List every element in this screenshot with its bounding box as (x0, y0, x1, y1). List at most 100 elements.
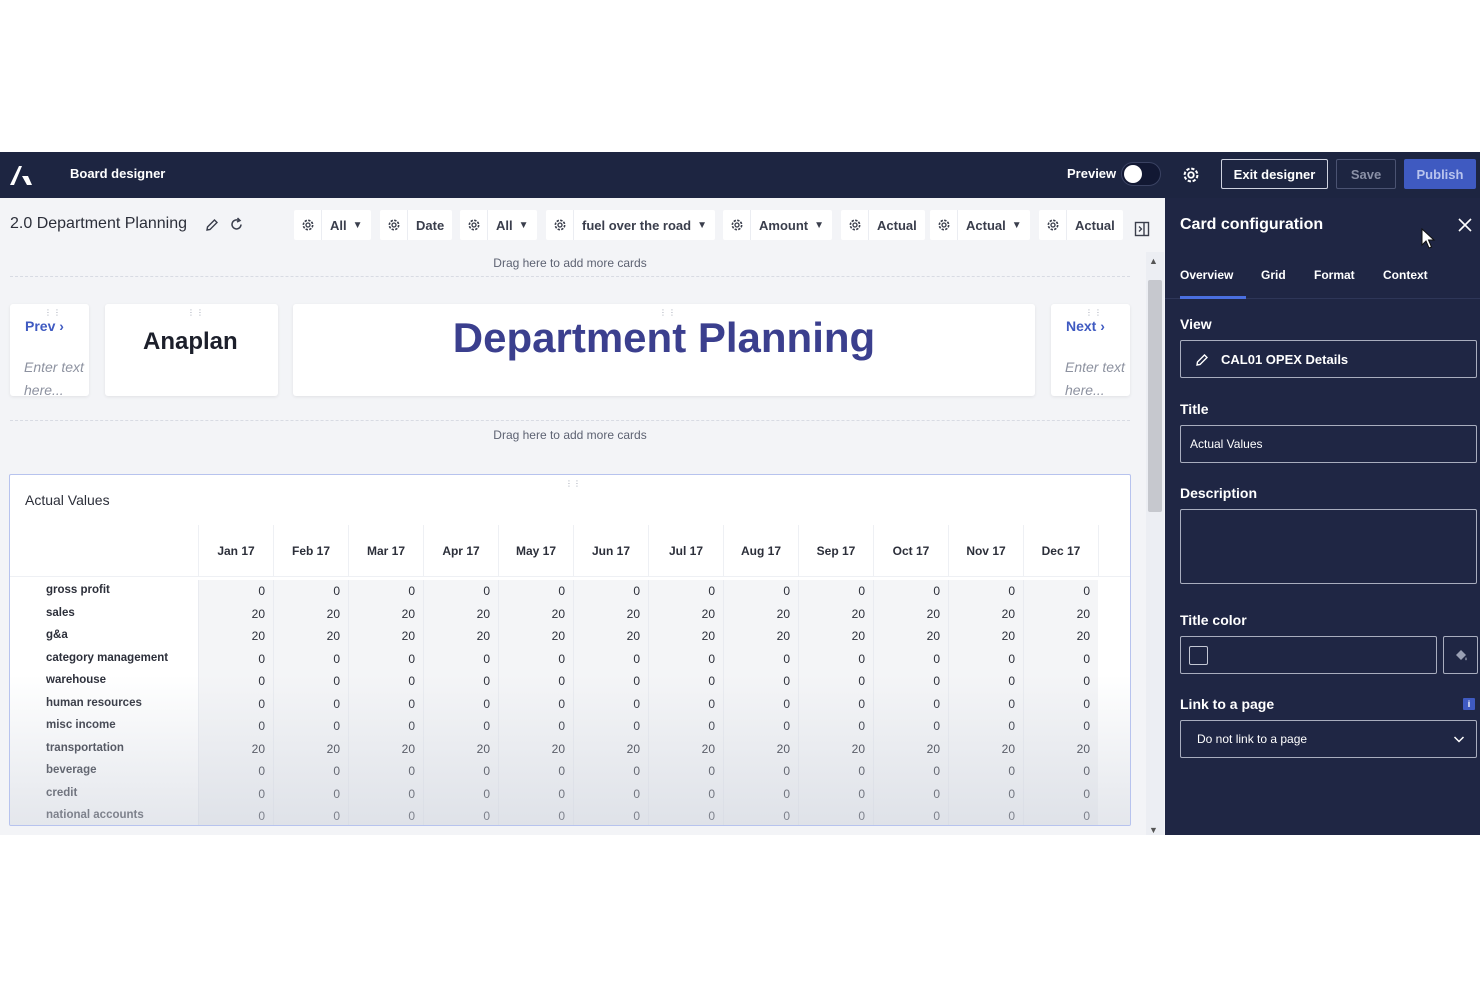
grid-cell[interactable]: 20 (498, 625, 573, 648)
grid-cell[interactable]: 0 (798, 692, 873, 715)
column-header[interactable]: Jan 17 (198, 525, 273, 577)
grid-cell[interactable]: 20 (873, 602, 948, 625)
grid-cell[interactable]: 20 (423, 602, 498, 625)
filter-date[interactable]: Date (380, 210, 453, 240)
grid-cell[interactable]: 0 (873, 647, 948, 670)
grid-cell[interactable]: 0 (198, 805, 273, 825)
grid-cell[interactable]: 0 (423, 647, 498, 670)
scroll-down-arrow-icon[interactable]: ▼ (1149, 825, 1158, 835)
grid-cell[interactable]: 0 (798, 715, 873, 738)
grid-cell[interactable]: 0 (798, 670, 873, 693)
settings-gear-icon[interactable] (1180, 164, 1202, 186)
grid-cell[interactable]: 0 (273, 647, 348, 670)
grid-cell[interactable]: 0 (648, 692, 723, 715)
drop-zone-top[interactable]: Drag here to add more cards (10, 256, 1130, 270)
next-link[interactable]: Next › (1066, 318, 1105, 334)
grid-cell[interactable]: 0 (723, 670, 798, 693)
refresh-icon[interactable] (229, 217, 244, 232)
drop-zone-middle[interactable]: Drag here to add more cards (10, 428, 1130, 442)
grid-cell[interactable]: 0 (648, 760, 723, 783)
grid-cell[interactable]: 0 (198, 580, 273, 603)
grid-cell[interactable]: 20 (648, 602, 723, 625)
drag-handle-icon[interactable]: ⋮⋮ (1085, 308, 1103, 317)
grid-cell[interactable]: 0 (498, 670, 573, 693)
grid-cell[interactable]: 0 (573, 805, 648, 825)
grid-cell[interactable]: 20 (198, 737, 273, 760)
grid-cell[interactable]: 20 (648, 737, 723, 760)
grid-cell[interactable]: 0 (1023, 580, 1098, 603)
grid-cell[interactable]: 0 (273, 805, 348, 825)
filter-all-2[interactable]: All ▼ (460, 210, 537, 240)
grid-cell[interactable]: 0 (1023, 670, 1098, 693)
grid-cell[interactable]: 0 (648, 580, 723, 603)
grid-cell[interactable]: 20 (348, 737, 423, 760)
grid-cell[interactable]: 20 (1023, 602, 1098, 625)
grid-cell[interactable]: 0 (348, 782, 423, 805)
grid-cell[interactable]: 20 (723, 602, 798, 625)
grid-cell[interactable]: 20 (873, 625, 948, 648)
grid-cell[interactable]: 0 (348, 760, 423, 783)
prev-link[interactable]: Prev › (25, 318, 64, 334)
grid-cell[interactable]: 0 (348, 805, 423, 825)
grid-cell[interactable]: 0 (423, 670, 498, 693)
side-panel-toggle-icon[interactable] (1134, 221, 1150, 237)
grid-cell[interactable]: 0 (948, 782, 1023, 805)
prev-hint-text[interactable]: Enter text here... (24, 356, 90, 402)
column-header[interactable]: F (1098, 525, 1130, 577)
filter-actual-2[interactable]: Actual ▼ (930, 210, 1030, 240)
grid-cell[interactable]: 0 (723, 782, 798, 805)
filter-gear-icon[interactable] (841, 210, 869, 240)
drag-handle-icon[interactable]: ⋮⋮ (187, 308, 205, 317)
scroll-up-arrow-icon[interactable]: ▲ (1149, 256, 1158, 266)
grid-cell[interactable]: 0 (648, 670, 723, 693)
edit-pencil-icon[interactable] (205, 218, 219, 232)
grid-cell[interactable]: 0 (423, 715, 498, 738)
column-header[interactable]: Aug 17 (723, 525, 798, 577)
grid-cell[interactable]: 20 (498, 737, 573, 760)
title-input[interactable]: Actual Values (1180, 425, 1477, 463)
filter-gear-icon[interactable] (723, 210, 751, 240)
title-card[interactable]: ⋮⋮ Department Planning (293, 304, 1035, 396)
tab-overview[interactable]: Overview (1180, 268, 1233, 282)
grid-cell[interactable]: 0 (573, 692, 648, 715)
grid-cell[interactable]: 0 (798, 760, 873, 783)
filter-gear-icon[interactable] (460, 210, 488, 240)
preview-toggle[interactable] (1121, 162, 1161, 186)
grid-cell[interactable]: 20 (198, 602, 273, 625)
grid-cell[interactable]: 0 (723, 692, 798, 715)
grid-cell[interactable]: 0 (348, 580, 423, 603)
grid-cell[interactable]: 0 (423, 692, 498, 715)
scrollbar-thumb[interactable] (1148, 280, 1162, 512)
grid-cell[interactable]: 20 (948, 737, 1023, 760)
exit-designer-button[interactable]: Exit designer (1221, 159, 1328, 189)
grid-cell[interactable]: 20 (273, 602, 348, 625)
column-header[interactable]: Apr 17 (423, 525, 498, 577)
grid-cell[interactable]: 0 (198, 715, 273, 738)
grid-cell[interactable]: 0 (198, 760, 273, 783)
grid-cell[interactable]: 0 (948, 760, 1023, 783)
grid-cell[interactable]: 0 (948, 715, 1023, 738)
grid-cell[interactable]: 0 (723, 580, 798, 603)
grid-cell[interactable]: 0 (498, 782, 573, 805)
link-page-dropdown[interactable]: Do not link to a page (1180, 720, 1477, 758)
grid-cell[interactable]: 0 (948, 692, 1023, 715)
grid-cell[interactable]: 0 (948, 647, 1023, 670)
column-header[interactable]: Nov 17 (948, 525, 1023, 577)
edit-pencil-icon[interactable] (1195, 353, 1209, 367)
filter-gear-icon[interactable] (294, 210, 322, 240)
grid-cell[interactable]: 0 (948, 670, 1023, 693)
publish-button[interactable]: Publish (1404, 159, 1476, 189)
view-selector[interactable]: CAL01 OPEX Details (1180, 340, 1477, 378)
grid-cell[interactable]: 0 (648, 715, 723, 738)
grid-cell[interactable]: 0 (423, 580, 498, 603)
filter-amount[interactable]: Amount ▼ (723, 210, 833, 240)
anaplan-logo-icon[interactable] (8, 163, 34, 187)
grid-cell[interactable]: 0 (198, 782, 273, 805)
grid-cell[interactable]: 0 (348, 647, 423, 670)
grid-cell[interactable]: 20 (798, 737, 873, 760)
grid-cell[interactable]: 0 (648, 782, 723, 805)
grid-cell[interactable]: 20 (948, 625, 1023, 648)
grid-cell[interactable]: 20 (348, 602, 423, 625)
grid-cell[interactable]: 0 (273, 782, 348, 805)
grid-cell[interactable]: 0 (348, 715, 423, 738)
